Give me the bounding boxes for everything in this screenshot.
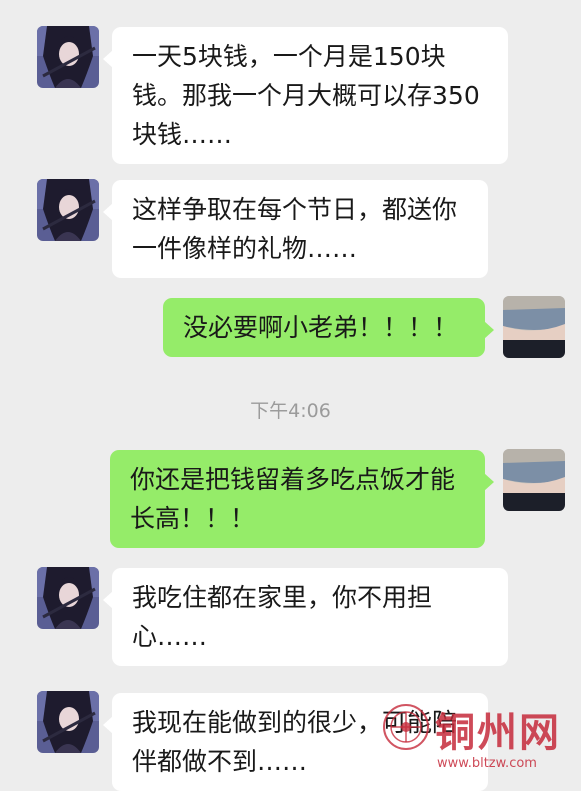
contact-avatar[interactable] [37, 567, 99, 629]
message-bubble-incoming[interactable]: 这样争取在每个节日，都送你一件像样的礼物…… [103, 180, 488, 278]
site-watermark: 铜州网 www.bltzw.com [381, 700, 577, 782]
message-text: 没必要啊小老弟！！！！ [183, 313, 459, 342]
message-text: 这样争取在每个节日，都送你一件像样的礼物…… [132, 195, 458, 263]
watermark-title: 铜州网 [435, 709, 561, 756]
user-avatar[interactable] [503, 296, 565, 358]
message-text: 你还是把钱留着多吃点饭才能长高！！！ [130, 465, 456, 533]
message-text: 我吃住都在家里，你不用担心…… [132, 583, 433, 651]
contact-avatar[interactable] [37, 26, 99, 88]
message-bubble-outgoing[interactable]: 你还是把钱留着多吃点饭才能长高！！！ [110, 450, 494, 548]
message-text: 一天5块钱，一个月是150块钱。那我一个月大概可以存350块钱…… [132, 42, 480, 149]
contact-avatar[interactable] [37, 691, 99, 753]
message-bubble-outgoing[interactable]: 没必要啊小老弟！！！！ [163, 298, 494, 357]
contact-avatar[interactable] [37, 179, 99, 241]
message-bubble-incoming[interactable]: 一天5块钱，一个月是150块钱。那我一个月大概可以存350块钱…… [103, 27, 508, 164]
watermark-logo-icon [383, 704, 429, 750]
user-avatar[interactable] [503, 449, 565, 511]
watermark-url: www.bltzw.com [437, 756, 537, 771]
message-timestamp: 下午4:06 [250, 400, 331, 422]
chat-view: 一天5块钱，一个月是150块钱。那我一个月大概可以存350块钱…… 这样争取在每… [0, 0, 581, 791]
message-bubble-incoming[interactable]: 我吃住都在家里，你不用担心…… [103, 568, 508, 666]
